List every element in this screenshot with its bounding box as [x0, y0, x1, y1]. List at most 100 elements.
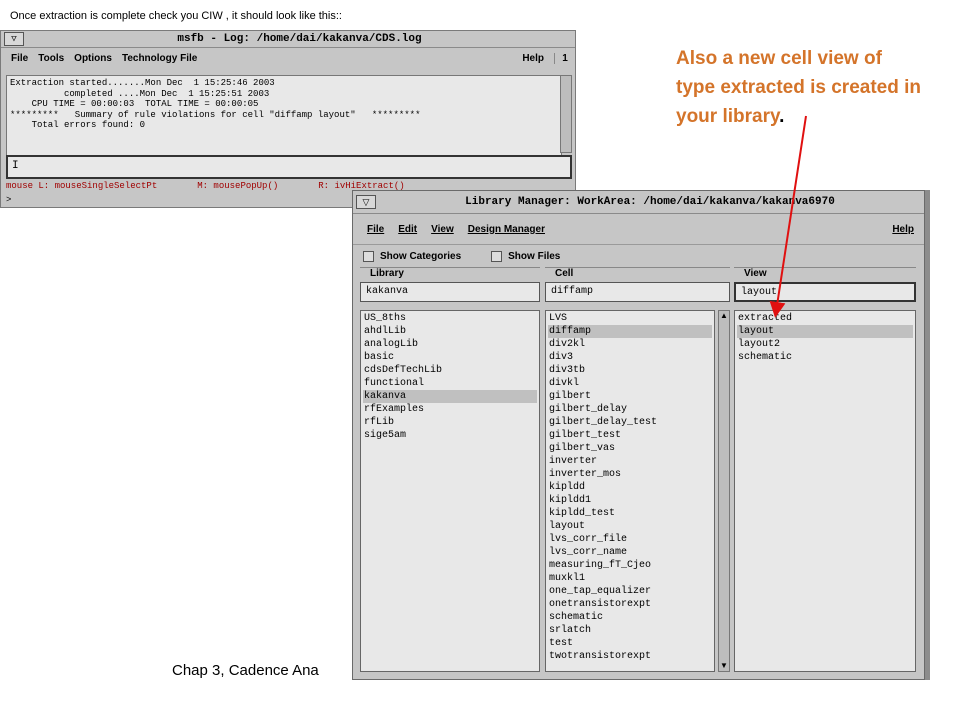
ciw-title: msfb - Log: /home/dai/kakanva/CDS.log	[177, 33, 422, 45]
list-item[interactable]: schematic	[737, 351, 913, 364]
list-item[interactable]: gilbert	[548, 390, 712, 403]
list-item[interactable]: divkl	[548, 377, 712, 390]
list-item[interactable]: lvs_corr_file	[548, 533, 712, 546]
list-item[interactable]: div3tb	[548, 364, 712, 377]
list-item[interactable]: cdsDefTechLib	[363, 364, 537, 377]
list-item[interactable]: rfExamples	[363, 403, 537, 416]
ciw-menu-technology-file[interactable]: Technology File	[122, 53, 197, 64]
libmgr-options: Show Categories Show Files	[353, 245, 924, 267]
list-item[interactable]: inverter_mos	[548, 468, 712, 481]
view-label: View	[734, 267, 916, 282]
ciw-command-input[interactable]: I	[6, 155, 572, 179]
list-item[interactable]: schematic	[548, 611, 712, 624]
list-item[interactable]: twotransistorexpt	[548, 650, 712, 663]
list-item[interactable]: US_8ths	[363, 312, 537, 325]
library-manager-window: ▽ Library Manager: WorkArea: /home/dai/k…	[352, 190, 925, 680]
list-item[interactable]: one_tap_equalizer	[548, 585, 712, 598]
checkbox-icon	[363, 250, 374, 262]
list-item[interactable]: muxkl1	[548, 572, 712, 585]
libmgr-menubar: File Edit View Design Manager Help	[353, 214, 924, 245]
list-item[interactable]: lvs_corr_name	[548, 546, 712, 559]
list-item[interactable]: div2kl	[548, 338, 712, 351]
ciw-menu-tools[interactable]: Tools	[38, 53, 64, 64]
show-files-label: Show Files	[508, 250, 561, 262]
annotation-text: Also a new cell view of type extracted i…	[676, 48, 921, 127]
ciw-menu-help[interactable]: Help	[522, 53, 544, 64]
cell-input[interactable]: diffamp	[545, 282, 730, 302]
cell-list-scrollbar[interactable]: ▲ ▼	[718, 310, 730, 672]
footer-text: Chap 3, Cadence Ana	[172, 662, 319, 679]
list-item[interactable]: gilbert_delay	[548, 403, 712, 416]
libmgr-menu-help[interactable]: Help	[892, 224, 914, 235]
list-item[interactable]: ahdlLib	[363, 325, 537, 338]
ciw-window: ▽ msfb - Log: /home/dai/kakanva/CDS.log …	[0, 30, 576, 208]
cell-label: Cell	[545, 267, 730, 282]
ciw-menu-file[interactable]: File	[11, 53, 28, 64]
list-item[interactable]: inverter	[548, 455, 712, 468]
list-item[interactable]: layout2	[737, 338, 913, 351]
show-categories-label: Show Categories	[380, 250, 462, 262]
list-item-selected[interactable]: diffamp	[548, 325, 712, 338]
window-edge	[925, 190, 930, 680]
library-list: US_8ths ahdlLib analogLib basic cdsDefTe…	[360, 310, 540, 672]
view-input[interactable]: layout	[734, 282, 916, 302]
list-item-selected[interactable]: kakanva	[363, 390, 537, 403]
list-item[interactable]: basic	[363, 351, 537, 364]
list-item[interactable]: kipldd	[548, 481, 712, 494]
list-item[interactable]: kipldd1	[548, 494, 712, 507]
list-item[interactable]: measuring_fT_Cjeo	[548, 559, 712, 572]
cell-list: LVS diffamp div2kl div3 div3tb divkl gil…	[545, 310, 715, 672]
ciw-menubar: File Tools Options Technology File Help …	[1, 48, 575, 68]
list-item[interactable]: LVS	[548, 312, 712, 325]
libmgr-menu-file[interactable]: File	[367, 224, 384, 235]
ciw-window-number: 1	[554, 52, 575, 64]
list-item[interactable]: gilbert_vas	[548, 442, 712, 455]
view-list: extracted layout layout2 schematic	[734, 310, 916, 672]
checkbox-icon	[491, 250, 503, 262]
library-column: Library kakanva	[360, 267, 540, 302]
ciw-menu-options[interactable]: Options	[74, 53, 112, 64]
log-line: Total errors found: 0	[10, 120, 146, 130]
show-categories-checkbox[interactable]: Show Categories	[363, 250, 462, 262]
list-item[interactable]: kipldd_test	[548, 507, 712, 520]
view-column: View layout	[734, 267, 916, 302]
libmgr-menu-design-manager[interactable]: Design Manager	[468, 224, 545, 235]
list-item[interactable]: functional	[363, 377, 537, 390]
libmgr-title: Library Manager: WorkArea: /home/dai/kak…	[465, 196, 835, 208]
log-line: CPU TIME = 00:00:03 TOTAL TIME = 00:00:0…	[10, 99, 259, 109]
list-item[interactable]: onetransistorexpt	[548, 598, 712, 611]
libmgr-menu-view[interactable]: View	[431, 224, 454, 235]
list-item[interactable]: gilbert_delay_test	[548, 416, 712, 429]
library-label: Library	[360, 267, 540, 282]
show-files-checkbox[interactable]: Show Files	[491, 250, 561, 262]
top-note: Once extraction is complete check you CI…	[10, 10, 342, 22]
list-item[interactable]: extracted	[737, 312, 913, 325]
log-line: Extraction started.......Mon Dec 1 15:25…	[10, 78, 275, 88]
annotation-callout: Also a new cell view of type extracted i…	[676, 44, 926, 131]
log-line: ********* Summary of rule violations for…	[10, 109, 421, 120]
list-item-selected[interactable]: layout	[737, 325, 913, 338]
cell-column: Cell diffamp	[545, 267, 730, 302]
list-item[interactable]: div3	[548, 351, 712, 364]
scroll-up-icon[interactable]: ▲	[719, 311, 729, 321]
list-item[interactable]: rfLib	[363, 416, 537, 429]
list-item[interactable]: sige5am	[363, 429, 537, 442]
libmgr-menu-edit[interactable]: Edit	[398, 224, 417, 235]
window-menu-icon[interactable]: ▽	[4, 32, 24, 46]
ciw-prompt: >	[6, 195, 12, 205]
log-line: completed ....Mon Dec 1 15:25:51 2003	[10, 88, 270, 99]
scroll-down-icon[interactable]: ▼	[719, 661, 729, 671]
library-input[interactable]: kakanva	[360, 282, 540, 302]
window-menu-icon[interactable]: ▽	[356, 195, 376, 209]
list-item[interactable]: gilbert_test	[548, 429, 712, 442]
list-item[interactable]: srlatch	[548, 624, 712, 637]
libmgr-titlebar[interactable]: ▽ Library Manager: WorkArea: /home/dai/k…	[353, 191, 924, 214]
list-item[interactable]: test	[548, 637, 712, 650]
mouse-left-binding: mouse L: mouseSingleSelectPt	[6, 181, 158, 191]
list-item[interactable]: layout	[548, 520, 712, 533]
ciw-log-scrollbar[interactable]	[560, 75, 572, 153]
annotation-period: .	[779, 106, 785, 127]
mouse-middle-binding: M: mousePopUp()	[197, 181, 279, 191]
ciw-titlebar[interactable]: ▽ msfb - Log: /home/dai/kakanva/CDS.log	[1, 31, 575, 48]
list-item[interactable]: analogLib	[363, 338, 537, 351]
